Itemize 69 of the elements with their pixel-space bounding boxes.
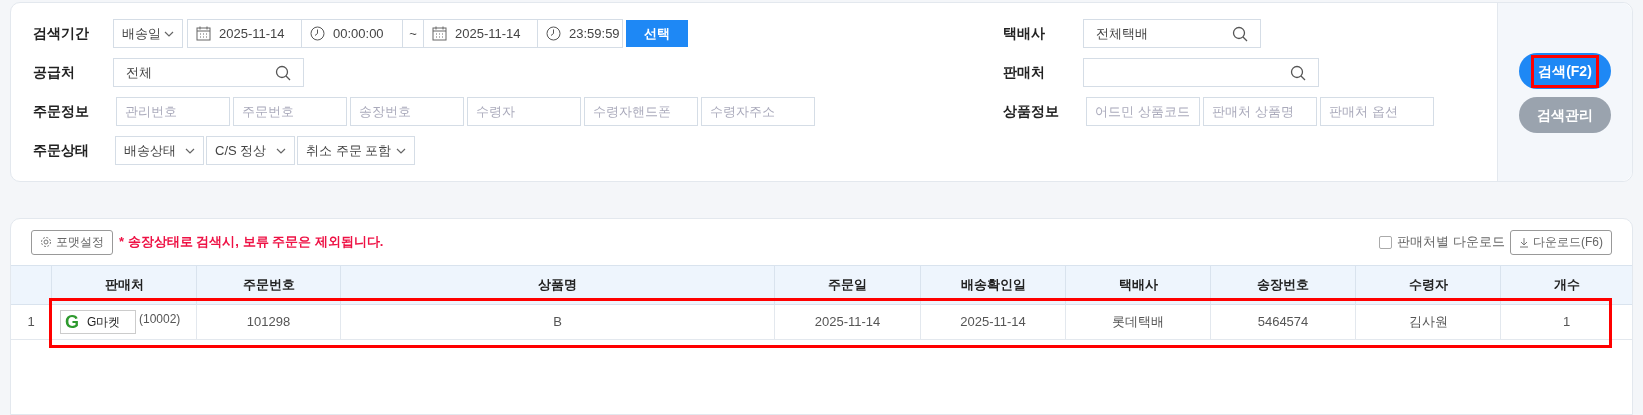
column-header: 주문번호 xyxy=(196,265,340,305)
dropdown[interactable]: 배송일 xyxy=(113,19,183,48)
chevron-down-icon xyxy=(164,30,174,37)
search-icon xyxy=(1290,64,1306,81)
seller-logo: G xyxy=(65,313,79,331)
column-header: 상품명 xyxy=(340,265,774,305)
time-field[interactable]: 00:00:00 xyxy=(302,19,403,48)
calendar-icon xyxy=(432,26,447,41)
field-label: 공급처 xyxy=(33,63,76,82)
table-cell: 2025-11-14 xyxy=(774,305,920,340)
search-field[interactable]: 전체택배 xyxy=(1083,19,1261,48)
download-icon xyxy=(1519,236,1529,248)
column-header: 주문일 xyxy=(774,265,920,305)
checkbox-label[interactable]: 판매처별 다운로드 xyxy=(1379,232,1505,252)
dropdown[interactable]: 배송상태 xyxy=(115,136,204,165)
seller-code: (10002) xyxy=(139,311,181,328)
time-field[interactable]: 23:59:59 xyxy=(538,19,623,48)
gear-icon xyxy=(40,236,52,248)
text-field[interactable]: 어드민 상품코드 xyxy=(1086,97,1200,126)
text-field[interactable]: 주문번호 xyxy=(233,97,347,126)
row-number: 1 xyxy=(11,305,51,340)
table-cell: 5464574 xyxy=(1210,305,1355,340)
chevron-down-icon xyxy=(396,147,406,154)
column-header: 수령자 xyxy=(1355,265,1500,305)
seller-name: G마켓 xyxy=(87,314,121,331)
field-label: 주문상태 xyxy=(33,141,90,160)
select-button[interactable]: 선택 xyxy=(626,20,688,47)
field-label: 택배사 xyxy=(1003,24,1046,43)
text-field[interactable]: 관리번호 xyxy=(116,97,230,126)
column-header: 배송확인일 xyxy=(920,265,1065,305)
search-field[interactable]: 전체 xyxy=(113,58,304,87)
table-cell: 1 xyxy=(1500,305,1632,340)
text-field[interactable]: 판매처 상품명 xyxy=(1203,97,1317,126)
notice-text: * 송장상태로 검색시, 보류 주문은 제외됩니다. xyxy=(119,233,384,252)
table-cell: 101298 xyxy=(196,305,340,340)
field-label: 검색기간 xyxy=(33,24,90,43)
text-field[interactable]: 수령자주소 xyxy=(701,97,815,126)
search-icon xyxy=(1232,25,1248,42)
text-field[interactable]: 송장번호 xyxy=(350,97,464,126)
search-field[interactable] xyxy=(1083,58,1319,87)
field-label: 상품정보 xyxy=(1003,102,1060,121)
date-field[interactable]: 2025-11-14 xyxy=(423,19,538,48)
checkbox[interactable] xyxy=(1379,235,1393,249)
column-header: 택배사 xyxy=(1065,265,1210,305)
search-icon xyxy=(275,64,291,81)
chevron-down-icon xyxy=(276,147,286,154)
clock-icon xyxy=(546,26,561,41)
range-separator: ~ xyxy=(403,19,423,48)
download-button[interactable]: 다운로드(F6) xyxy=(1510,229,1612,255)
text-field[interactable]: 수령자 xyxy=(467,97,581,126)
date-field[interactable]: 2025-11-14 xyxy=(187,19,302,48)
search-button[interactable]: 검색(F2) xyxy=(1519,53,1611,89)
table-cell: B xyxy=(340,305,774,340)
field-label: 판매처 xyxy=(1003,63,1046,82)
column-header: 송장번호 xyxy=(1210,265,1355,305)
column-header: 판매처 xyxy=(51,265,196,305)
chevron-down-icon xyxy=(185,147,195,154)
format-button[interactable]: 포맷설정 xyxy=(31,229,113,255)
dropdown[interactable]: C/S 정상 xyxy=(206,136,295,165)
calendar-icon xyxy=(196,26,211,41)
table-cell: 김사원 xyxy=(1355,305,1500,340)
text-field[interactable]: 수령자핸드폰 xyxy=(584,97,698,126)
table-cell: 2025-11-14 xyxy=(920,305,1065,340)
field-label: 주문정보 xyxy=(33,102,90,121)
dropdown[interactable]: 취소 주문 포함 xyxy=(297,136,415,165)
text-field[interactable]: 판매처 옵션 xyxy=(1320,97,1434,126)
table-cell: 롯데택배 xyxy=(1065,305,1210,340)
column-header: 개수 xyxy=(1500,265,1632,305)
clock-icon xyxy=(310,26,325,41)
